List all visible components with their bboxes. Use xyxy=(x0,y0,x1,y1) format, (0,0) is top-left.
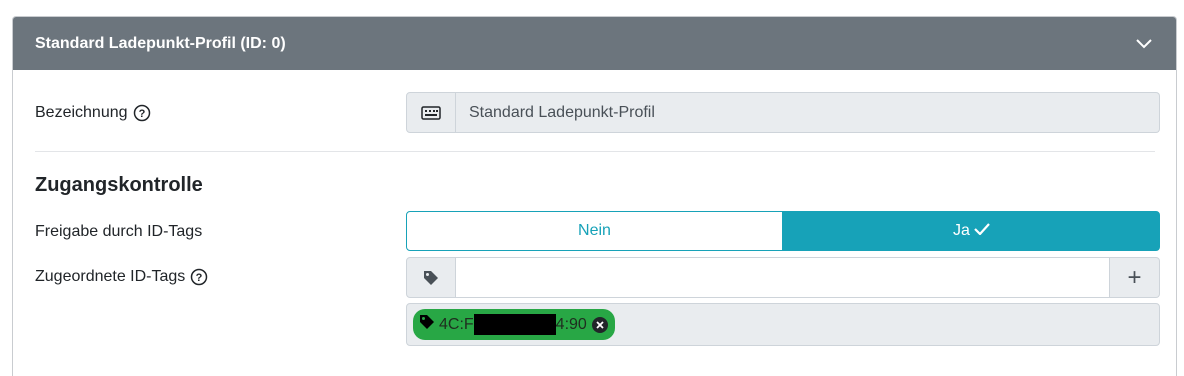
redaction-box xyxy=(473,314,556,335)
card-title: Standard Ladepunkt-Profil (ID: 0) xyxy=(35,34,286,52)
remove-tag-icon[interactable] xyxy=(591,316,609,334)
id-tags-label: Zugeordnete ID-Tags ? xyxy=(35,268,208,286)
toggle-nein-button[interactable]: Nein xyxy=(406,211,783,251)
id-tag-pill: 4C:F 4:90 xyxy=(413,309,615,340)
section-divider xyxy=(35,151,1155,152)
bezeichnung-label: Bezeichnung ? xyxy=(35,104,151,122)
card-header[interactable]: Standard Ladepunkt-Profil (ID: 0) xyxy=(13,17,1176,70)
bezeichnung-input-group: Standard Ladepunkt-Profil xyxy=(406,92,1160,133)
id-tag-prefix: 4C:F xyxy=(439,315,474,333)
id-tag-suffix: 4:90 xyxy=(555,315,587,333)
toggle-ja-label: Ja xyxy=(953,222,970,239)
bezeichnung-label-text: Bezeichnung xyxy=(35,104,128,121)
id-tags-label-text: Zugeordnete ID-Tags xyxy=(35,268,186,285)
keyboard-icon xyxy=(406,92,456,133)
freigabe-label-text: Freigabe durch ID-Tags xyxy=(35,223,203,240)
question-circle-icon[interactable]: ? xyxy=(133,104,151,122)
bezeichnung-field: Standard Ladepunkt-Profil xyxy=(456,92,1160,133)
section-title: Zugangskontrolle xyxy=(35,174,203,196)
svg-text:?: ? xyxy=(138,108,145,120)
tag-icon xyxy=(406,257,456,298)
toggle-nein-label: Nein xyxy=(578,222,611,239)
chevron-down-icon[interactable] xyxy=(1134,34,1154,54)
toggle-ja-button[interactable]: Ja xyxy=(783,211,1160,251)
svg-text:?: ? xyxy=(196,272,203,284)
check-icon xyxy=(974,222,990,240)
id-tag-input[interactable] xyxy=(456,257,1110,298)
add-tag-button[interactable]: + xyxy=(1110,257,1160,298)
tag-icon xyxy=(419,314,435,335)
assigned-tags-box: 4C:F 4:90 xyxy=(406,303,1160,346)
id-tag-value: 4C:F 4:90 xyxy=(439,314,587,335)
id-tag-input-group: + xyxy=(406,257,1160,298)
freigabe-toggle: Nein Ja xyxy=(406,211,1160,251)
question-circle-icon[interactable]: ? xyxy=(190,268,208,286)
freigabe-label: Freigabe durch ID-Tags xyxy=(35,223,202,241)
